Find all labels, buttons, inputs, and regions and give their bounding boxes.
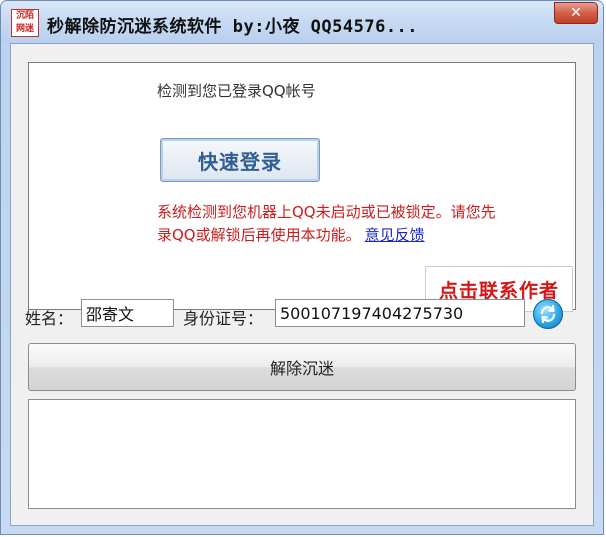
identity-form: 姓名： 身份证号：	[25, 299, 585, 329]
info-panel: 检测到您已登录QQ帐号 快速登录 系统检测到您机器上QQ未启动或已被锁定。请您先…	[28, 62, 577, 312]
refresh-button[interactable]	[533, 299, 563, 329]
unlock-addiction-button[interactable]: 解除沉迷	[28, 343, 576, 391]
window-title: 秒解除防沉迷系统软件 by:小夜 QQ54576...	[47, 17, 419, 37]
id-number-input[interactable]	[275, 299, 525, 327]
warning-line-2-text: 录QQ或解锁后再使用本功能。	[157, 226, 361, 244]
warning-line-1: 系统检测到您机器上QQ未启动或已被锁定。请您先	[157, 203, 496, 221]
quick-login-button[interactable]: 快速登录	[160, 138, 320, 182]
app-logo-text-top: 沉陌	[15, 11, 34, 21]
close-button[interactable]: ✕	[554, 2, 598, 24]
app-logo-text-bottom: 网迷	[15, 24, 34, 34]
warning-message: 系统检测到您机器上QQ未启动或已被锁定。请您先 录QQ或解锁后再使用本功能。 意见…	[157, 201, 577, 247]
name-label: 姓名：	[25, 309, 74, 328]
app-window: 沉陌 网迷 秒解除防沉迷系统软件 by:小夜 QQ54576... ✕ 检测到您…	[0, 0, 604, 535]
title-bar[interactable]: 沉陌 网迷 秒解除防沉迷系统软件 by:小夜 QQ54576... ✕	[1, 1, 603, 43]
refresh-icon	[540, 304, 556, 324]
id-number-label: 身份证号：	[183, 309, 264, 328]
name-input[interactable]	[81, 299, 174, 327]
feedback-link[interactable]: 意见反馈	[365, 226, 425, 244]
close-icon: ✕	[570, 5, 582, 21]
app-logo-icon: 沉陌 网迷	[11, 9, 39, 37]
output-log[interactable]	[28, 399, 576, 509]
warning-line-2: 录QQ或解锁后再使用本功能。 意见反馈	[157, 224, 577, 247]
login-status-text: 检测到您已登录QQ帐号	[157, 82, 316, 100]
client-area: 检测到您已登录QQ帐号 快速登录 系统检测到您机器上QQ未启动或已被锁定。请您先…	[10, 43, 594, 526]
